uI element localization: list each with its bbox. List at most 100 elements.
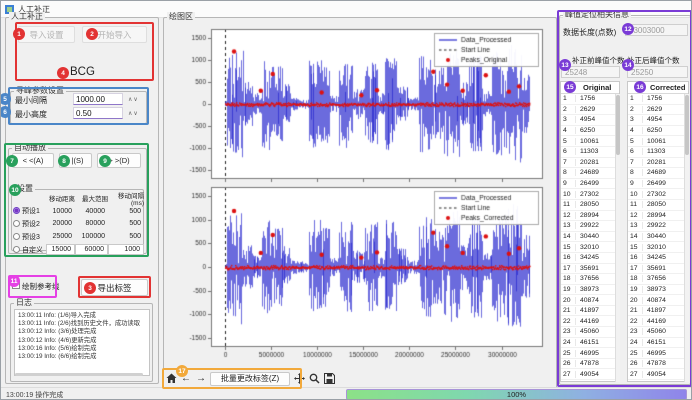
table-row[interactable]: 1634245 bbox=[628, 253, 688, 264]
table-row[interactable]: 720281 bbox=[628, 158, 688, 169]
min-height-spinner-arrows[interactable]: ∧∨ bbox=[128, 110, 139, 117]
table-row[interactable]: 34954 bbox=[561, 115, 619, 126]
table-row[interactable]: 2546995 bbox=[561, 348, 619, 359]
preset-radio[interactable]: 预设1 bbox=[13, 206, 46, 216]
table-row[interactable]: 824689 bbox=[628, 168, 688, 179]
table-row[interactable]: 11756 bbox=[561, 94, 619, 105]
table-row[interactable]: 2749054 bbox=[561, 369, 619, 380]
save-icon[interactable] bbox=[323, 372, 335, 385]
table-row[interactable]: 611303 bbox=[628, 147, 688, 158]
table-row[interactable]: 1027302 bbox=[561, 189, 619, 200]
table-row[interactable]: 2546995 bbox=[628, 348, 688, 359]
preset-value: 500 bbox=[108, 208, 144, 215]
table-row[interactable]: 34954 bbox=[628, 115, 688, 126]
table-row[interactable]: 1430440 bbox=[561, 232, 619, 243]
corrected-table-scrollbar[interactable] bbox=[684, 94, 689, 382]
table-row[interactable]: 611303 bbox=[561, 147, 619, 158]
preset-value-input[interactable]: 60000 bbox=[75, 244, 108, 255]
log-entry: 13:00:12 Info: (3/6)处理完成 bbox=[18, 328, 146, 336]
table-row[interactable]: 2244169 bbox=[561, 316, 619, 327]
table-row[interactable]: 1228994 bbox=[628, 211, 688, 222]
table-row[interactable]: 510061 bbox=[561, 136, 619, 147]
preset-column-header: 移动距离 bbox=[46, 193, 75, 203]
table-row[interactable]: 2040874 bbox=[628, 295, 688, 306]
table-row[interactable]: 1634245 bbox=[561, 253, 619, 264]
table-row[interactable]: 1837656 bbox=[628, 274, 688, 285]
table-row[interactable]: 2647878 bbox=[561, 359, 619, 370]
original-table-header: Original bbox=[583, 83, 611, 92]
original-table-scrollbar[interactable] bbox=[615, 94, 620, 382]
table-row[interactable]: 1329922 bbox=[628, 221, 688, 232]
table-row[interactable]: 1735691 bbox=[628, 264, 688, 275]
table-row[interactable]: 510061 bbox=[628, 136, 688, 147]
status-text: 13:00:19 操作完成 bbox=[6, 390, 63, 400]
table-row[interactable]: 1837656 bbox=[561, 274, 619, 285]
table-row[interactable]: 1430440 bbox=[628, 232, 688, 243]
table-row[interactable]: 1532010 bbox=[628, 242, 688, 253]
table-row[interactable]: 2446151 bbox=[628, 338, 688, 349]
table-row[interactable]: 22629 bbox=[628, 105, 688, 116]
table-row[interactable]: 1329922 bbox=[561, 221, 619, 232]
table-row[interactable]: 1027302 bbox=[628, 189, 688, 200]
table-row[interactable]: 2141897 bbox=[628, 306, 688, 317]
preset-value: 100000 bbox=[75, 233, 108, 240]
table-row[interactable]: 926499 bbox=[561, 179, 619, 190]
signal-plot-canvas[interactable] bbox=[169, 23, 551, 367]
table-row[interactable]: 2345060 bbox=[628, 327, 688, 338]
signal-type-label: BCG bbox=[70, 66, 95, 78]
table-row[interactable]: 46250 bbox=[628, 126, 688, 137]
table-row[interactable]: 46250 bbox=[561, 126, 619, 137]
table-row[interactable]: 1735691 bbox=[561, 264, 619, 275]
table-row[interactable]: 2647878 bbox=[628, 359, 688, 370]
pan-icon[interactable] bbox=[293, 372, 305, 385]
min-height-label: 最小高度 bbox=[15, 109, 47, 120]
batch-edit-labels-button[interactable]: 批量更改标签(Z) bbox=[210, 372, 290, 386]
log-group-label: 日志 bbox=[14, 298, 34, 307]
preset-value: 20000 bbox=[46, 220, 75, 227]
export-labels-button[interactable]: 导出标签 bbox=[81, 279, 148, 296]
start-import-button[interactable]: 开始导入 bbox=[82, 26, 147, 43]
min-interval-spinner-arrows[interactable]: ∧∨ bbox=[128, 96, 139, 103]
table-row[interactable]: 2040874 bbox=[561, 295, 619, 306]
table-row[interactable]: 22629 bbox=[561, 105, 619, 116]
table-row[interactable]: 926499 bbox=[628, 179, 688, 190]
step-forward-button[interactable]: > >(D) bbox=[97, 153, 141, 168]
preset-value-input[interactable]: 15000 bbox=[46, 244, 75, 255]
table-row[interactable]: 2244169 bbox=[628, 316, 688, 327]
table-row[interactable]: 2141897 bbox=[561, 306, 619, 317]
table-row[interactable]: 1938973 bbox=[561, 285, 619, 296]
table-row[interactable]: 1532010 bbox=[561, 242, 619, 253]
preset-value-input[interactable]: 1000 bbox=[108, 244, 144, 255]
import-settings-button[interactable]: 导入设置 bbox=[18, 26, 75, 43]
log-horizontal-scrollbar[interactable] bbox=[15, 373, 143, 376]
pause-button[interactable]: | |(S) bbox=[59, 153, 92, 168]
data-length-label: 数据长度(点数) bbox=[563, 27, 616, 38]
corrected-peaks-table: Corrected 117562262934954462505100616113… bbox=[627, 81, 689, 382]
forward-arrow-icon[interactable]: → bbox=[195, 372, 207, 385]
log-entry: 13:00:19 Info: (6/6)绘制完成 bbox=[18, 353, 146, 361]
table-row[interactable]: 2345060 bbox=[561, 327, 619, 338]
table-row[interactable]: 1128050 bbox=[628, 200, 688, 211]
table-row[interactable]: 824689 bbox=[561, 168, 619, 179]
back-arrow-icon[interactable]: ← bbox=[180, 372, 192, 385]
manual-correction-group-label: 人工补正 bbox=[9, 12, 45, 21]
min-height-input[interactable] bbox=[73, 107, 123, 119]
table-row[interactable]: 1228994 bbox=[561, 211, 619, 222]
table-row[interactable]: 1128050 bbox=[561, 200, 619, 211]
table-row[interactable]: 2446151 bbox=[561, 338, 619, 349]
min-interval-input[interactable] bbox=[73, 93, 123, 105]
preset-value: 40000 bbox=[75, 208, 108, 215]
progress-text: 100% bbox=[507, 390, 526, 399]
preset-radio[interactable]: 预设2 bbox=[13, 219, 46, 229]
preset-radio[interactable]: 预设3 bbox=[13, 232, 46, 242]
table-row[interactable]: 2749054 bbox=[628, 369, 688, 380]
data-length-value bbox=[625, 24, 688, 36]
table-row[interactable]: 11756 bbox=[628, 94, 688, 105]
reference-line-checkbox[interactable] bbox=[12, 281, 20, 289]
table-row[interactable]: 1938973 bbox=[628, 285, 688, 296]
home-icon[interactable] bbox=[165, 372, 177, 385]
table-row[interactable]: 720281 bbox=[561, 158, 619, 169]
zoom-icon[interactable] bbox=[308, 372, 320, 385]
preset-radio[interactable]: 自定义 bbox=[13, 245, 46, 255]
step-back-button[interactable]: < <(A) bbox=[12, 153, 54, 168]
